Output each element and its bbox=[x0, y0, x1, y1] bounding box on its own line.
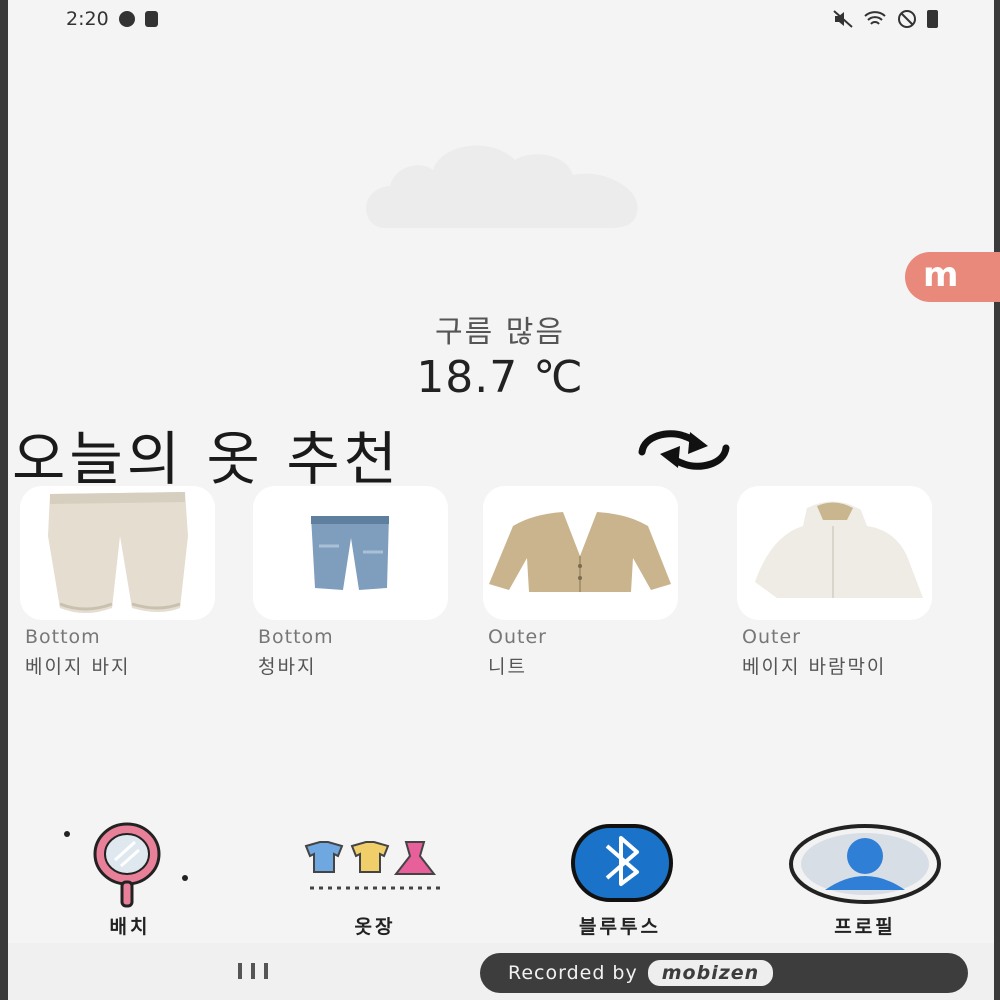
weather-description: 구름 많음 bbox=[435, 315, 565, 350]
weather-temperature: 18.7 ℃ bbox=[416, 352, 584, 403]
clothing-name: 청바지 bbox=[258, 656, 317, 678]
nav-item-bluetooth[interactable]: 블루투스 bbox=[535, 820, 705, 939]
mobizen-logo: m bbox=[923, 255, 959, 295]
bluetooth-icon bbox=[571, 824, 673, 902]
clothing-image bbox=[737, 486, 932, 620]
clothing-category: Bottom bbox=[258, 626, 334, 648]
device-frame-left bbox=[0, 0, 8, 1000]
nav-label: 배치 bbox=[109, 916, 151, 938]
clothing-card[interactable]: Outer 니트 bbox=[483, 486, 683, 679]
cloud-weather-icon bbox=[366, 145, 638, 228]
nav-item-closet[interactable]: 옷장 bbox=[290, 820, 460, 939]
clothes-icon bbox=[304, 841, 440, 890]
recorded-by-badge: Recorded by mobizen bbox=[480, 953, 968, 993]
refresh-icon[interactable] bbox=[628, 426, 740, 474]
recents-icon[interactable] bbox=[236, 961, 270, 981]
clothing-image bbox=[20, 486, 215, 620]
battery-icon bbox=[927, 10, 938, 28]
clothing-image bbox=[253, 486, 448, 620]
mobizen-brand-text: mobizen bbox=[647, 960, 774, 986]
recorded-by-text: Recorded by bbox=[508, 962, 638, 984]
wifi-icon bbox=[864, 11, 886, 25]
mirror-icon bbox=[64, 822, 188, 908]
mute-icon bbox=[833, 10, 853, 28]
nav-item-arrange[interactable]: 배치 bbox=[45, 820, 215, 939]
clothing-card[interactable]: Outer 베이지 바람막이 bbox=[737, 486, 937, 679]
clothing-card[interactable]: Bottom 청바지 bbox=[253, 486, 453, 679]
nav-item-profile[interactable]: 프로필 bbox=[780, 820, 950, 939]
status-time: 2:20 bbox=[66, 8, 109, 30]
dnd-icon bbox=[898, 10, 916, 28]
clothing-image bbox=[483, 486, 678, 620]
mobizen-floating-button[interactable]: m bbox=[905, 252, 1000, 302]
recommendation-list: Bottom 베이지 바지 Bottom 청바지 Outer 니트 Outer … bbox=[20, 486, 980, 679]
nav-label: 블루투스 bbox=[579, 916, 661, 938]
status-bar: 2:20 bbox=[8, 0, 994, 38]
clothing-category: Bottom bbox=[25, 626, 101, 648]
notification-icon bbox=[118, 11, 135, 27]
device-frame-right bbox=[994, 0, 1000, 1000]
profile-icon bbox=[789, 824, 941, 904]
system-navigation-bar: Recorded by mobizen bbox=[8, 943, 994, 1000]
nav-label: 옷장 bbox=[354, 916, 396, 938]
clothing-card[interactable]: Bottom 베이지 바지 bbox=[20, 486, 220, 679]
nav-label: 프로필 bbox=[834, 916, 896, 938]
clothing-category: Outer bbox=[488, 626, 547, 648]
clothing-category: Outer bbox=[742, 626, 801, 648]
clothing-name: 베이지 바람막이 bbox=[742, 656, 887, 678]
clothing-name: 니트 bbox=[488, 656, 527, 678]
clothing-name: 베이지 바지 bbox=[25, 656, 131, 678]
recommendation-title: 오늘의 옷 추천 bbox=[12, 425, 402, 493]
notification-icon bbox=[144, 11, 158, 27]
